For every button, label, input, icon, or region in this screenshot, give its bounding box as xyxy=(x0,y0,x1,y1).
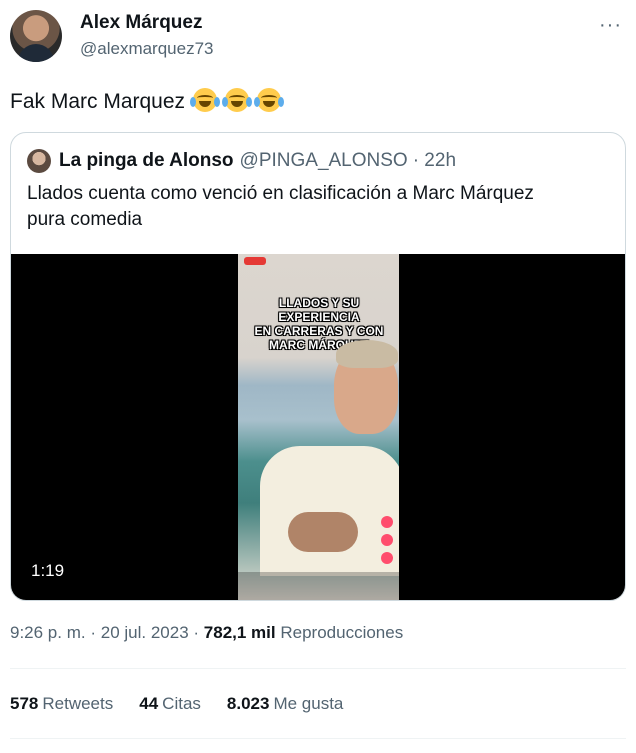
quoted-author-display-name: La pinga de Alonso xyxy=(59,150,234,171)
tweet-header: Alex Márquez @alexmarquez73 ··· xyxy=(10,10,626,62)
tweet-date[interactable]: 20 jul. 2023 xyxy=(101,623,189,642)
divider xyxy=(10,738,626,739)
meta-separator: · xyxy=(193,623,200,642)
quoted-tweet-text-line1: Llados cuenta como venció en clasificaci… xyxy=(27,183,534,204)
tweet-time[interactable]: 9:26 p. m. xyxy=(10,623,86,642)
author-avatar[interactable] xyxy=(10,10,62,62)
tweet-text-body: Fak Marc Marquez xyxy=(10,90,186,113)
quoted-tweet-text: Llados cuenta como venció en clasificaci… xyxy=(27,181,607,233)
likes-label: Me gusta xyxy=(273,694,344,713)
retweets-label: Retweets xyxy=(42,694,114,713)
tweet-text: Fak Marc Marquez xyxy=(10,88,284,116)
tweet-meta: 9:26 p. m. · 20 jul. 2023 · 782,1 mil Re… xyxy=(10,623,403,643)
views-label: Reproducciones xyxy=(280,623,404,642)
views-count: 782,1 mil xyxy=(203,623,276,642)
tears-of-joy-emoji-icon xyxy=(221,88,252,112)
video-status-bar xyxy=(238,254,399,276)
author-info: Alex Márquez @alexmarquez73 xyxy=(80,12,214,60)
video-frame: LLADOS Y SU EXPERIENCIA EN CARRERAS Y CO… xyxy=(238,254,399,600)
tears-of-joy-emoji-icon xyxy=(189,88,220,112)
quotes-count: 44 xyxy=(139,694,159,713)
author-display-name[interactable]: Alex Márquez xyxy=(80,12,214,34)
quotes-stat[interactable]: 44 Citas xyxy=(139,694,201,714)
likes-count: 8.023 xyxy=(226,694,270,713)
live-bottom-bar xyxy=(238,572,399,600)
author-handle[interactable]: @alexmarquez73 xyxy=(80,38,214,60)
video-player[interactable]: LLADOS Y SU EXPERIENCIA EN CARRERAS Y CO… xyxy=(11,254,625,600)
divider xyxy=(10,668,626,669)
overlay-line1: LLADOS Y SU EXPERIENCIA xyxy=(278,296,360,324)
record-indicator-icon xyxy=(244,257,266,265)
likes-stat[interactable]: 8.023 Me gusta xyxy=(227,694,343,714)
quoted-tweet-header: La pinga de Alonso @PINGA_ALONSO · 22h xyxy=(27,149,456,173)
live-side-icons xyxy=(381,516,395,570)
more-options-icon[interactable]: ··· xyxy=(599,14,622,37)
video-duration: 1:19 xyxy=(31,561,65,580)
person-arm xyxy=(288,512,358,552)
quotes-label: Citas xyxy=(162,694,201,713)
overlay-line2: EN CARRERAS Y CON xyxy=(254,324,384,338)
tears-of-joy-emoji-icon xyxy=(253,88,284,112)
quoted-tweet-card[interactable]: La pinga de Alonso @PINGA_ALONSO · 22h L… xyxy=(10,132,626,601)
person-hair xyxy=(336,340,398,368)
tweet-stats: 578 Retweets 44 Citas 8.023 Me gusta xyxy=(10,694,343,714)
quoted-author-handle: @PINGA_ALONSO xyxy=(239,150,408,171)
quoted-tweet-text-line2: pura comedia xyxy=(27,209,143,230)
quoted-author-avatar xyxy=(27,149,51,173)
retweets-stat[interactable]: 578 Retweets xyxy=(10,694,113,714)
retweets-count: 578 xyxy=(10,694,39,713)
quoted-tweet-time: · 22h xyxy=(412,150,457,171)
meta-separator: · xyxy=(90,623,97,642)
person-body xyxy=(260,446,399,576)
